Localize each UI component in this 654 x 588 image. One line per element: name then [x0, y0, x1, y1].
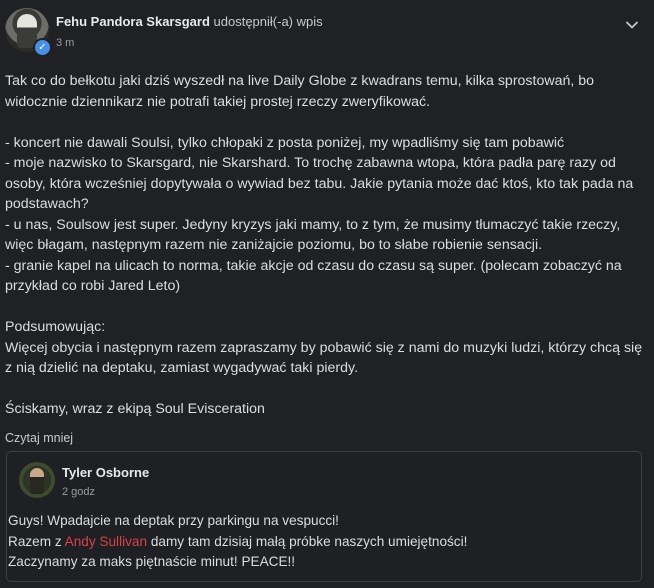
shared-line-2-before: Razem z: [8, 533, 65, 549]
shared-line-1: Guys! Wpadajcie na deptak przy parkingu …: [8, 513, 339, 528]
post-paragraph-intro: Tak co do bełkotu jaki dziś wyszedł na l…: [5, 73, 599, 110]
post-time[interactable]: 3 m: [56, 37, 74, 49]
post-paragraph-summary: Podsumowując: Więcej obycia i następnym …: [5, 319, 643, 376]
post-paragraph-spacer: [5, 297, 645, 318]
shared-post-body: Guys! Wpadajcie na deptak przy parkingu …: [8, 511, 633, 573]
shared-label: udostępnił(-a) wpis: [213, 14, 323, 29]
post-paragraph-signoff: Ściskamy, wraz z ekipą Soul Evisceration: [5, 401, 265, 417]
post-paragraph-spacer: [5, 112, 645, 133]
mention-link[interactable]: Andy Sullivan: [65, 534, 147, 549]
shared-author-name[interactable]: Tyler Osborne: [62, 465, 149, 480]
author-avatar[interactable]: ✓: [5, 8, 52, 57]
post-body: Tak co do bełkotu jaki dziś wyszedł na l…: [5, 71, 645, 420]
shared-post-card[interactable]: Tyler Osborne 2 godz Guys! Wpadajcie na …: [6, 451, 642, 582]
shared-line-2-after: damy tam dzisiaj małą próbke naszych umi…: [147, 533, 468, 549]
chevron-down-icon[interactable]: [624, 17, 640, 33]
post-card: ✓ Fehu Pandora Skarsgard udostępnił(-a) …: [0, 0, 654, 588]
post-header: ✓ Fehu Pandora Skarsgard udostępnił(-a) …: [5, 8, 654, 58]
shared-post-time[interactable]: 2 godz: [62, 486, 95, 498]
shared-line-2: Razem z Andy Sullivan damy tam dzisiaj m…: [8, 532, 633, 553]
verified-badge-icon: ✓: [33, 38, 52, 57]
shared-author-avatar[interactable]: [19, 462, 55, 498]
author-name[interactable]: Fehu Pandora Skarsgard: [56, 14, 210, 29]
post-paragraph-list: - koncert nie dawali Soulsi, tylko chłop…: [5, 134, 634, 295]
shared-line-3: Zaczynamy za maks piętnaście minut! PEAC…: [8, 554, 296, 569]
read-less-link[interactable]: Czytaj mniej: [5, 431, 73, 445]
shared-avatar-image: [30, 468, 44, 494]
post-paragraph-spacer: [5, 379, 645, 400]
author-line: Fehu Pandora Skarsgard udostępnił(-a) wp…: [56, 14, 323, 29]
